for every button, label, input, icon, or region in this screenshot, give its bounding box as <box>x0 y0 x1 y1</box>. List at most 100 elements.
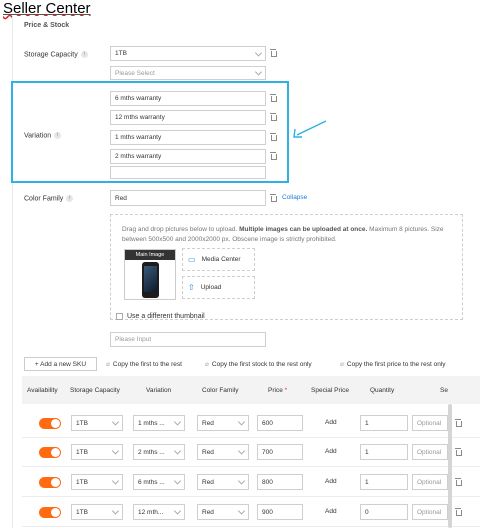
link-icon: ⌀ <box>205 361 209 368</box>
variation-label: Variation i <box>24 132 62 139</box>
price-input[interactable]: 700 <box>257 444 303 460</box>
seller-sku-input[interactable]: Optional <box>412 504 448 520</box>
trash-icon[interactable] <box>270 49 277 57</box>
availability-toggle[interactable] <box>39 447 61 458</box>
special-price-add[interactable]: Add <box>325 419 337 426</box>
upload-instructions: Drag and drop pictures below to upload. … <box>122 226 444 243</box>
chevron-down-icon <box>173 447 182 455</box>
quantity-input[interactable]: 1 <box>360 474 408 490</box>
header-quantity: Quantity <box>370 387 395 394</box>
upload-button[interactable]: ⇧ Upload <box>182 276 255 299</box>
trash-icon[interactable] <box>270 152 277 160</box>
trash-icon[interactable] <box>455 478 462 486</box>
section-title: Price & Stock <box>24 22 70 29</box>
variation-input-empty[interactable] <box>110 166 266 179</box>
price-input[interactable]: 900 <box>257 504 303 520</box>
chevron-down-icon <box>237 477 246 485</box>
capacity-select[interactable]: 1TB <box>71 415 123 431</box>
chevron-down-icon <box>111 418 120 426</box>
capacity-select[interactable]: 1TB <box>71 444 123 460</box>
availability-toggle[interactable] <box>39 477 61 488</box>
add-sku-button[interactable]: + Add a new SKU <box>24 357 97 371</box>
copy-stock-link[interactable]: ⌀ Copy the first stock to the rest only <box>205 360 312 368</box>
chevron-down-icon <box>111 447 120 455</box>
info-icon: i <box>80 51 88 58</box>
storage-capacity-select-empty[interactable]: Please Select <box>110 66 266 80</box>
variation-select[interactable]: 6 mths ... <box>133 474 185 490</box>
table-scrollbar[interactable] <box>448 404 452 528</box>
variation-input[interactable]: 2 mths warranty <box>110 149 266 164</box>
trash-icon[interactable] <box>455 508 462 516</box>
trash-icon[interactable] <box>455 448 462 456</box>
variation-input[interactable]: 6 mths warranty <box>110 91 266 106</box>
color-select[interactable]: Red <box>197 474 249 490</box>
color-select[interactable]: Red <box>197 504 249 520</box>
special-price-add[interactable]: Add <box>325 478 337 485</box>
capacity-select[interactable]: 1TB <box>71 504 123 520</box>
color-select[interactable]: Red <box>197 444 249 460</box>
chevron-down-icon <box>111 507 120 515</box>
trash-icon[interactable] <box>270 133 277 141</box>
header-special-price: Special Price <box>311 387 349 394</box>
chevron-down-icon <box>254 48 263 57</box>
main-image-thumbnail[interactable]: Main Image <box>124 249 176 300</box>
header-price: Price * <box>268 387 288 394</box>
color-select[interactable]: Red <box>197 415 249 431</box>
storage-capacity-label: Storage Capacity i <box>24 51 88 58</box>
variation-input[interactable]: 1 mths warranty <box>110 130 266 145</box>
variation-select[interactable]: 1 mths ... <box>133 415 185 431</box>
media-center-button[interactable]: ▭ Media Center <box>182 248 255 271</box>
chevron-down-icon <box>237 507 246 515</box>
page-title: Seller Center <box>3 0 91 17</box>
link-icon: ⌀ <box>340 361 344 368</box>
header-availability: Availability <box>27 387 58 394</box>
storage-capacity-select[interactable]: 1TB <box>110 46 266 61</box>
variation-input[interactable]: 12 mths warranty <box>110 110 266 125</box>
header-seller-sku: Se <box>440 387 448 394</box>
annotation-arrow-icon <box>293 120 327 138</box>
quantity-input[interactable]: 1 <box>360 444 408 460</box>
availability-toggle[interactable] <box>39 418 61 429</box>
seller-sku-input[interactable]: Optional <box>412 474 448 490</box>
info-icon: i <box>54 132 62 139</box>
chevron-down-icon <box>237 418 246 426</box>
thumbnail-checkbox[interactable] <box>116 313 123 320</box>
phone-image <box>142 262 159 298</box>
copy-first-link[interactable]: ⌀ Copy the first to the rest <box>106 360 182 368</box>
header-storage-capacity: Storage Capacity <box>70 387 120 394</box>
header-color-family: Color Family <box>202 387 239 394</box>
link-icon: ⌀ <box>106 361 110 368</box>
chevron-down-icon <box>254 68 263 76</box>
chevron-down-icon <box>173 507 182 515</box>
upload-icon: ⇧ <box>188 283 195 292</box>
variation-select[interactable]: 12 mth... <box>133 504 185 520</box>
trash-icon[interactable] <box>455 419 462 427</box>
header-variation: Variation <box>146 387 172 394</box>
text-input[interactable]: Please Input <box>110 332 266 347</box>
color-family-input[interactable]: Red <box>110 190 266 206</box>
quantity-input[interactable]: 0 <box>360 504 408 520</box>
image-icon: ▭ <box>188 255 196 264</box>
trash-icon[interactable] <box>270 113 277 121</box>
price-input[interactable]: 600 <box>257 415 303 431</box>
color-family-label: Color Family i <box>24 195 74 202</box>
thumbnail-label: Use a different thumbnail <box>127 313 205 320</box>
chevron-down-icon <box>173 418 182 426</box>
special-price-add[interactable]: Add <box>325 508 337 515</box>
special-price-add[interactable]: Add <box>325 448 337 455</box>
info-icon: i <box>66 195 74 202</box>
chevron-down-icon <box>237 447 246 455</box>
chevron-down-icon <box>111 477 120 485</box>
variation-select[interactable]: 2 mths ... <box>133 444 185 460</box>
price-input[interactable]: 800 <box>257 474 303 490</box>
trash-icon[interactable] <box>270 194 277 202</box>
quantity-input[interactable]: 1 <box>360 415 408 431</box>
collapse-link[interactable]: Collapse <box>282 194 307 201</box>
trash-icon[interactable] <box>270 94 277 102</box>
copy-price-link[interactable]: ⌀ Copy the first price to the rest only <box>340 360 446 368</box>
seller-sku-input[interactable]: Optional <box>412 444 448 460</box>
chevron-down-icon <box>173 477 182 485</box>
capacity-select[interactable]: 1TB <box>71 474 123 490</box>
availability-toggle[interactable] <box>39 507 61 518</box>
seller-sku-input[interactable]: Optional <box>412 415 448 431</box>
